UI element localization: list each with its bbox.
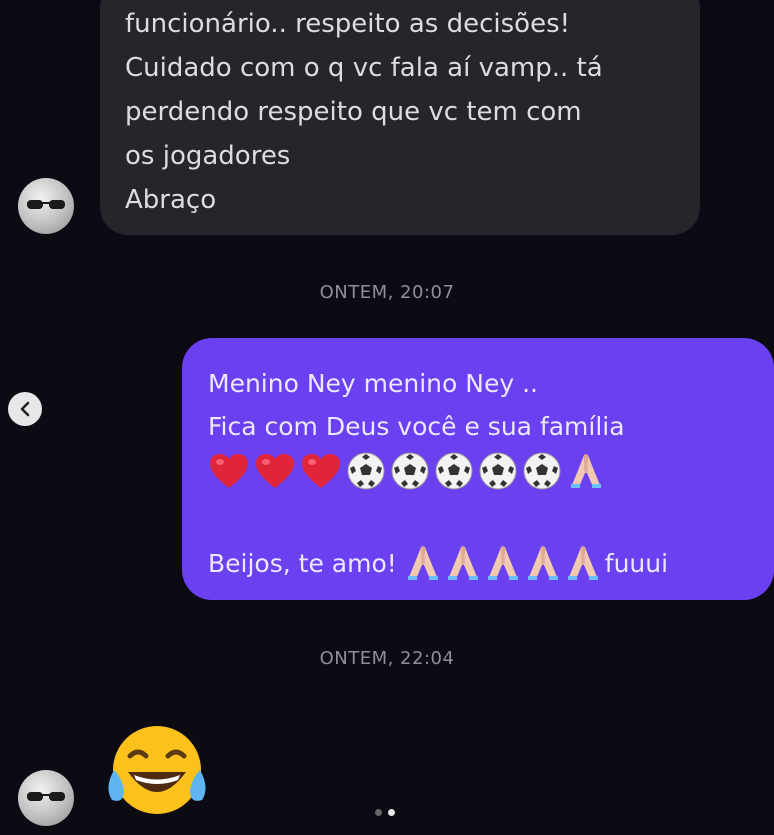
incoming-message-line: os jogadores: [125, 141, 291, 171]
incoming-message-line: perdendo respeito que vc tem com: [125, 97, 582, 127]
outgoing-message-line: Beijos, te amo!: [208, 548, 397, 578]
heart-emoji-icon: [254, 452, 296, 490]
sunglasses-icon: [27, 200, 65, 209]
chevron-left-icon: [20, 401, 30, 417]
praying-hands-emoji-icon: [523, 543, 563, 583]
sunglasses-icon: [27, 792, 65, 801]
soccer-ball-emoji-icon: [434, 451, 474, 491]
incoming-message-line: Cuidado com o q vc fala aí vamp.. tá: [125, 53, 603, 83]
incoming-message-bubble[interactable]: funcionário.. respeito as decisões! Cuid…: [100, 0, 700, 235]
praying-hands-emoji-icon: [566, 451, 606, 491]
message-timestamp: ONTEM, 20:07: [319, 282, 455, 303]
pagination-dots: [375, 809, 395, 816]
sender-avatar[interactable]: [18, 178, 74, 234]
incoming-message-line: Abraço: [125, 185, 217, 215]
tears-of-joy-emoji-icon[interactable]: [102, 720, 212, 820]
outgoing-message-line: Menino Ney menino Ney ..: [208, 369, 538, 398]
sender-avatar[interactable]: [18, 770, 74, 826]
previous-button[interactable]: [8, 392, 42, 426]
outgoing-message-line: Fica com Deus você e sua família: [208, 412, 625, 441]
outgoing-message-bubble[interactable]: Menino Ney menino Ney .. Fica com Deus v…: [182, 338, 774, 600]
soccer-ball-emoji-icon: [522, 451, 562, 491]
praying-hands-emoji-icon: [483, 543, 523, 583]
soccer-ball-emoji-icon: [390, 451, 430, 491]
praying-hands-emoji-icon: [443, 543, 483, 583]
pagination-dot-active[interactable]: [388, 809, 395, 816]
heart-emoji-icon: [300, 452, 342, 490]
soccer-ball-emoji-icon: [478, 451, 518, 491]
outgoing-message-end-text: fuuui: [604, 548, 669, 578]
message-timestamp: ONTEM, 22:04: [319, 648, 455, 669]
kiss-line: Beijos, te amo! fuuui: [208, 540, 754, 586]
praying-hands-emoji-icon: [403, 543, 443, 583]
pagination-dot[interactable]: [375, 809, 382, 816]
emoji-row: [208, 448, 754, 494]
incoming-message-line: funcionário.. respeito as decisões!: [125, 9, 571, 39]
soccer-ball-emoji-icon: [346, 451, 386, 491]
heart-emoji-icon: [208, 452, 250, 490]
praying-hands-emoji-icon: [563, 543, 603, 583]
